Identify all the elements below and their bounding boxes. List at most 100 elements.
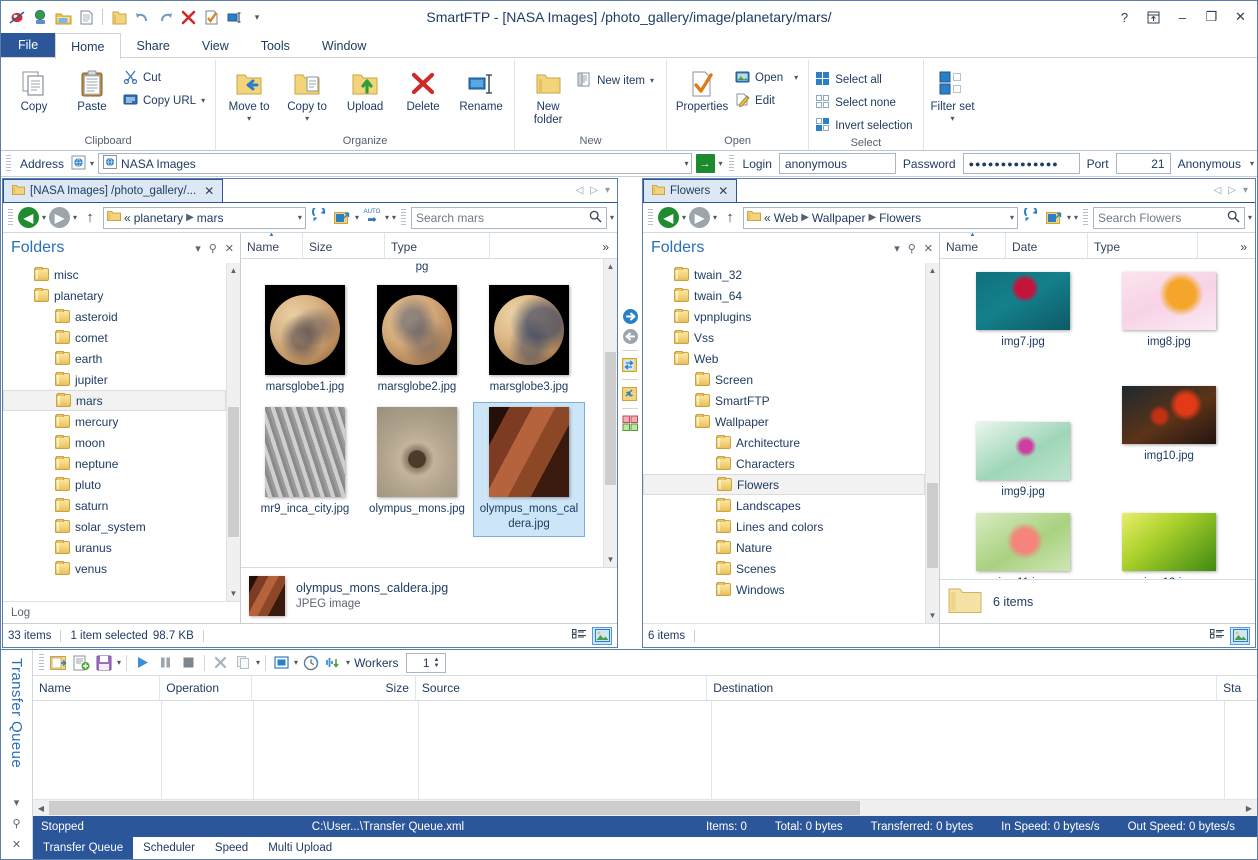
redo-icon[interactable] [155,7,175,27]
right-tree-item-vss[interactable]: Vss [643,327,925,348]
left-search-overflow-icon[interactable]: ▾ [610,213,614,222]
edit-button[interactable]: Edit [733,89,804,112]
left-tree-item-venus[interactable]: venus [3,558,226,579]
right-tree-item-architecture[interactable]: Architecture [643,432,925,453]
transfer-queue-collapse-icon[interactable]: ▾ [14,792,20,813]
breadcrumb-overflow[interactable]: « [764,211,771,225]
left-tree-item-mercury[interactable]: mercury [3,411,226,432]
tab-scroll-left-icon[interactable]: ◁ [1214,185,1222,196]
left-file-item[interactable]: mr9_inca_city.jpg [249,402,361,537]
left-open-folder-icon[interactable] [332,208,352,228]
new-folder-icon[interactable] [109,7,129,27]
left-col-more-icon[interactable]: » [602,240,617,258]
left-tree-scroll-track[interactable] [227,278,240,586]
addressbar-overflow-icon[interactable]: ▾ [1250,159,1254,168]
left-forward-history-icon[interactable]: ▾ [73,213,77,222]
tab-file[interactable]: File [1,33,55,57]
duplicate-icon[interactable] [233,652,254,673]
left-view-thumbnails-icon[interactable] [592,627,612,645]
right-col-more-icon[interactable]: » [1240,240,1255,258]
scroll-up-icon[interactable]: ▲ [230,263,238,278]
right-view-thumbnails-icon[interactable] [1230,627,1250,645]
right-back-history-icon[interactable]: ▾ [682,213,686,222]
filter-set-button[interactable]: Filter set ▾ [928,64,978,126]
scroll-down-icon[interactable]: ▼ [230,586,238,601]
right-search-overflow-icon[interactable]: ▾ [1248,213,1252,222]
speed-limit-dropdown-icon[interactable]: ▾ [346,658,350,667]
right-pane-tab-close[interactable]: ✕ [715,184,728,198]
right-file-item[interactable]: img7.jpg [950,267,1096,355]
pause-icon[interactable] [155,652,176,673]
bottom-tab-transfer-queue[interactable]: Transfer Queue [33,837,133,859]
folders-close-icon[interactable]: ✕ [924,242,933,255]
folders-menu-icon[interactable]: ▾ [195,242,201,255]
transfer-right-icon[interactable] [621,307,639,325]
toolbar-grip[interactable] [6,155,11,173]
breadcrumb-item-mars[interactable]: mars [197,211,224,225]
new-item-button[interactable]: New item ▾ [575,69,660,92]
tq-hscroll-thumb[interactable] [49,801,860,815]
left-open-dropdown-icon[interactable]: ▾ [355,213,359,222]
invert-selection-button[interactable]: Invert selection [813,114,918,137]
tq-col-source[interactable]: Source [416,676,707,700]
tab-scroll-right-icon[interactable]: ▷ [590,185,598,196]
duplicate-dropdown-icon[interactable]: ▾ [256,658,260,667]
link-icon[interactable] [621,385,639,403]
close-button[interactable]: ✕ [1226,4,1255,30]
view-mode-icon[interactable] [271,652,292,673]
left-tree-item-mars[interactable]: mars [3,390,226,411]
left-refresh-icon[interactable] [309,208,329,227]
folders-menu-icon[interactable]: ▾ [894,242,900,255]
tq-col-destination[interactable]: Destination [707,676,1217,700]
right-tree-item-twain-32[interactable]: twain_32 [643,264,925,285]
tq-hscroll-track[interactable] [49,800,1241,816]
right-file-item[interactable]: img10.jpg [1096,381,1242,505]
left-files-scroll-thumb[interactable] [605,352,616,485]
right-tree-item-landscapes[interactable]: Landscapes [643,495,925,516]
schedule-icon[interactable] [300,652,321,673]
login-group-grip[interactable] [729,155,734,173]
tq-col-size[interactable]: Size [252,676,416,700]
connect-dropdown-icon[interactable]: ▾ [719,159,723,168]
scroll-up-icon[interactable]: ▲ [607,259,615,274]
address-dropdown-icon[interactable]: ▾ [90,159,94,168]
right-tree-item-twain-64[interactable]: twain_64 [643,285,925,306]
save-queue-dropdown-icon[interactable]: ▾ [117,658,121,667]
search-icon[interactable] [589,210,602,226]
tab-view[interactable]: View [186,33,245,57]
right-tree-item-wallpaper[interactable]: Wallpaper [643,411,925,432]
right-file-item[interactable]: img11.jpg [950,508,1096,579]
right-tree-item-smartftp[interactable]: SmartFTP [643,390,925,411]
open-button[interactable]: Open ▾ [733,66,804,89]
left-tree-item-earth[interactable]: earth [3,348,226,369]
left-file-item[interactable]: marsglobe1.jpg [249,280,361,400]
upload-button[interactable]: Upload [336,64,394,117]
chevron-down-icon[interactable]: ▾ [201,96,205,105]
view-mode-dropdown-icon[interactable]: ▾ [294,658,298,667]
password-input[interactable]: ●●●●●●●●●●●●●● [963,153,1080,174]
port-input[interactable]: 21 [1116,153,1171,174]
scroll-down-icon[interactable]: ▼ [607,552,615,567]
right-tree-scroll-thumb[interactable] [927,483,938,569]
left-tree-scroll-thumb[interactable] [228,407,239,536]
cut-button[interactable]: Cut [121,66,211,89]
left-tree-item-planetary[interactable]: planetary [3,285,226,306]
paste-button[interactable]: Paste [63,64,121,117]
copy-url-button[interactable]: Copy URL ▾ [121,89,211,112]
left-transfer-mode-dropdown-icon[interactable]: ▾ [385,213,389,222]
left-col-size[interactable]: Size [303,233,385,258]
new-folder-button[interactable]: New folder [521,64,575,130]
chevron-down-icon[interactable]: ▾ [305,114,309,123]
right-nav-overflow-icon[interactable]: ▾ [1074,213,1078,222]
left-search-input[interactable]: Search mars [411,207,607,229]
chevron-down-icon[interactable]: ▾ [685,159,689,168]
right-up-button[interactable]: ↑ [720,209,740,226]
transfer-left-icon[interactable] [621,327,639,345]
select-all-button[interactable]: Select all [813,68,918,91]
left-tree-item-uranus[interactable]: uranus [3,537,226,558]
chevron-down-icon[interactable]: ▾ [650,76,654,85]
right-folder-tree[interactable]: twain_32twain_64vpnpluginsVssWebScreenSm… [643,263,925,623]
address-input[interactable]: NASA Images ▾ [98,153,691,174]
copy-button[interactable]: Copy [5,64,63,117]
left-tree-item-pluto[interactable]: pluto [3,474,226,495]
